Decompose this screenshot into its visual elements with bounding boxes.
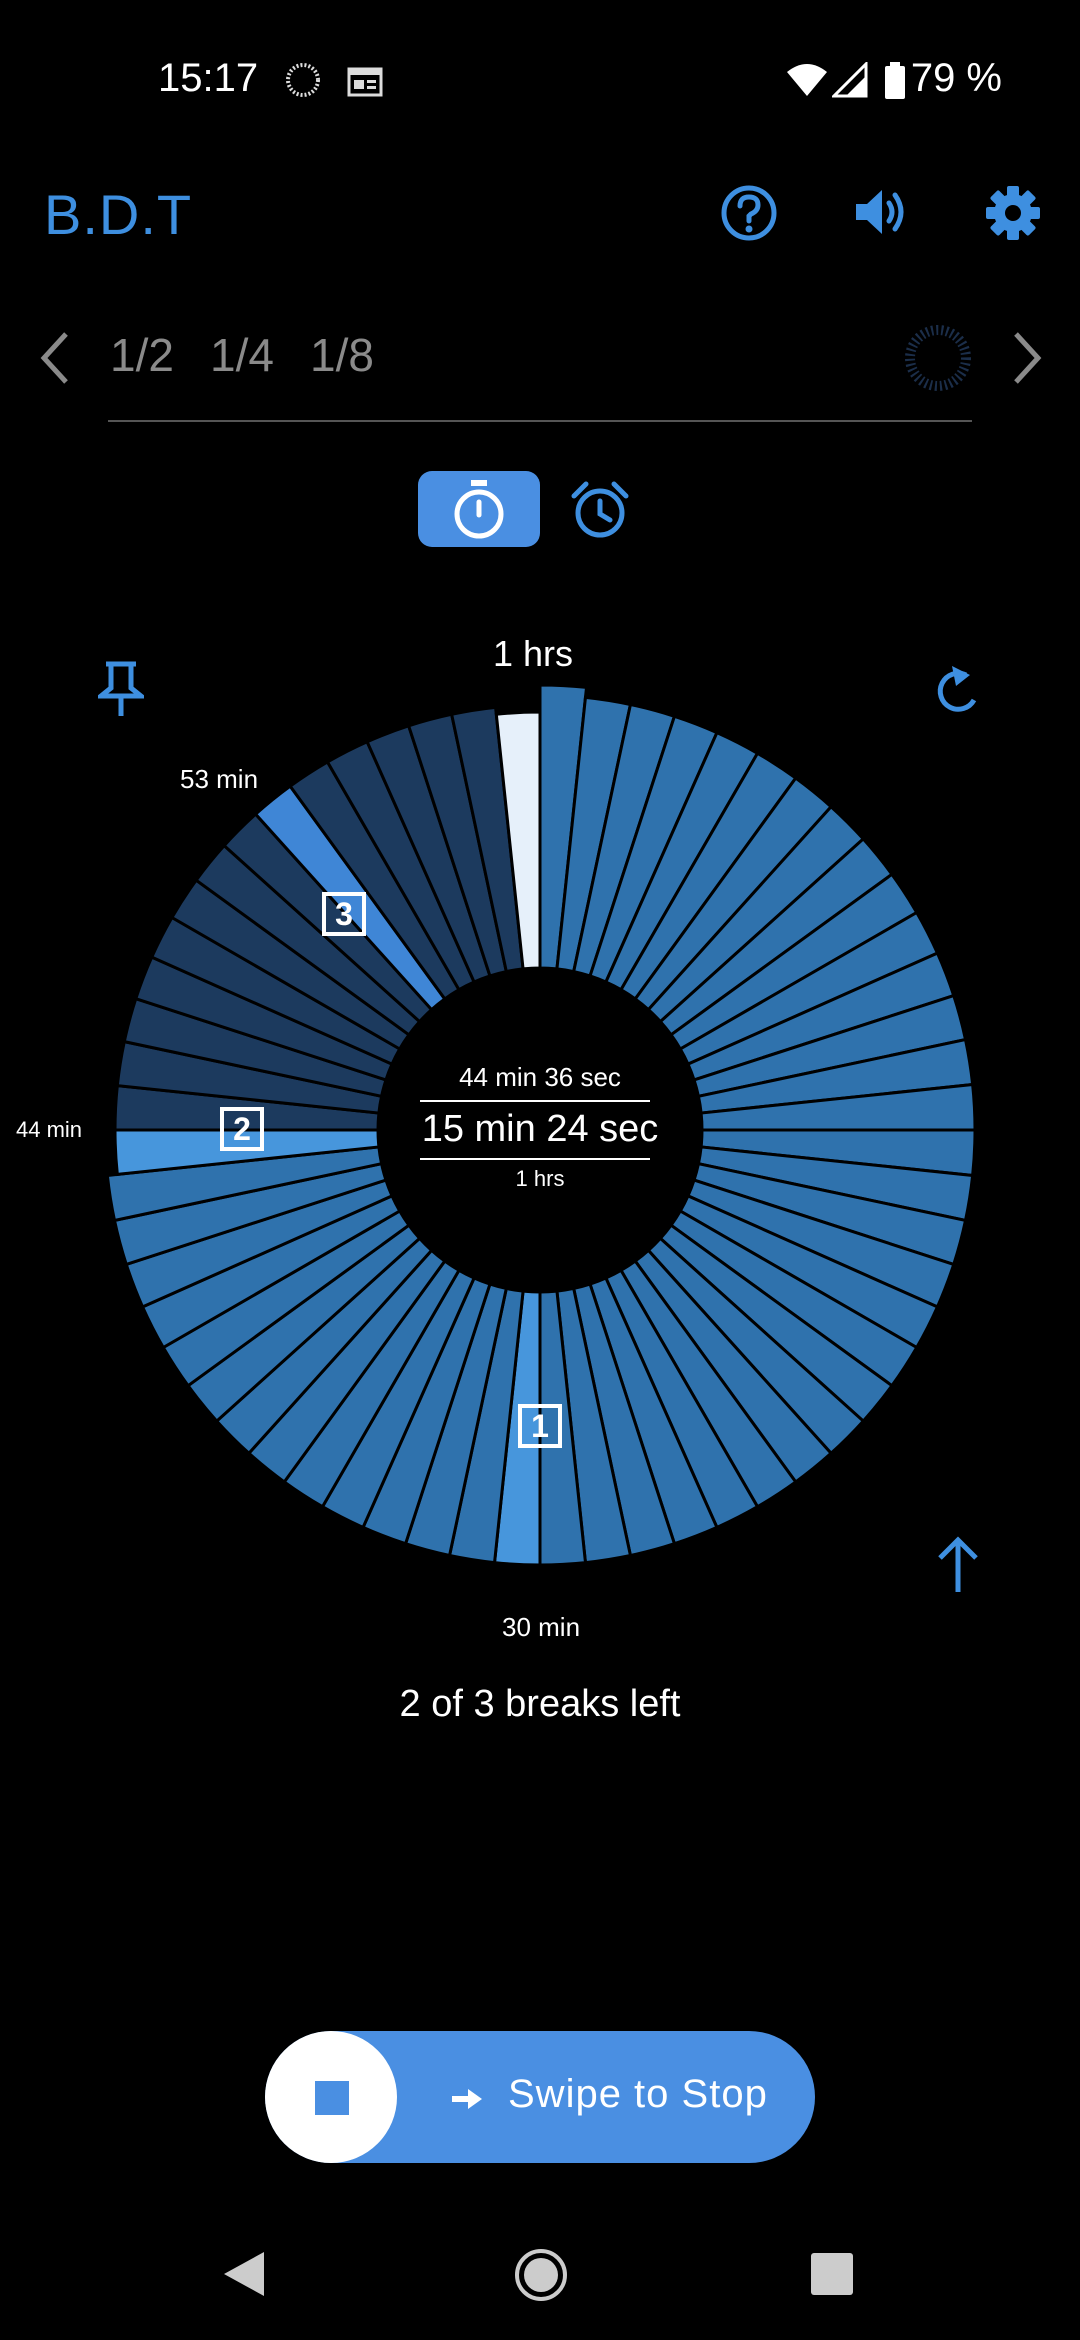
dial-label-top: 1 hrs	[493, 633, 574, 674]
nav-back-icon[interactable]	[222, 2250, 266, 2298]
swipe-label: Swipe to Stop	[508, 2072, 768, 2116]
nav-recents-icon[interactable]	[810, 2252, 854, 2296]
stop-icon	[315, 2081, 349, 2115]
remaining-time: 15 min 24 sec	[421, 1108, 659, 1150]
nav-home-icon[interactable]	[514, 2248, 568, 2302]
dial-label-left: 44 min	[16, 1117, 83, 1142]
total-duration: 1 hrs	[515, 1166, 565, 1191]
center-divider-bottom	[420, 1158, 650, 1160]
elapsed-time: 44 min 36 sec	[459, 1062, 621, 1092]
breaks-status: 2 of 3 breaks left	[399, 1683, 681, 1725]
arrow-right-icon	[452, 2089, 482, 2109]
dial-label-bottom: 30 min	[502, 1612, 581, 1642]
break-marker-3[interactable]: 3	[322, 892, 366, 936]
center-divider-top	[420, 1100, 650, 1102]
break-marker-1[interactable]: 1	[518, 1404, 562, 1448]
break-marker-2[interactable]: 2	[220, 1107, 264, 1151]
dial-label-upper-left: 53 min	[180, 764, 259, 794]
